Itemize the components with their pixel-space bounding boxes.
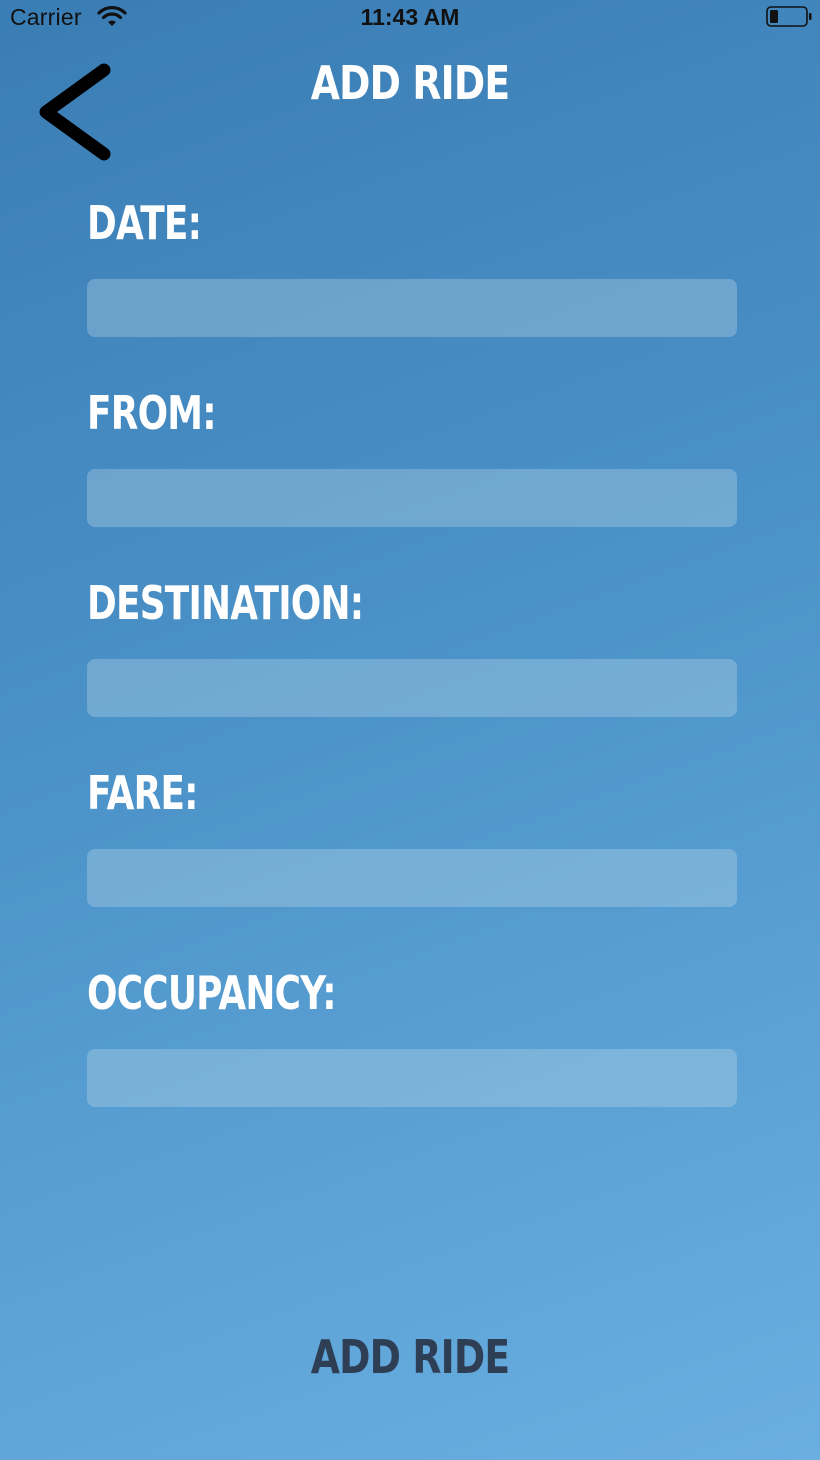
occupancy-input[interactable] bbox=[87, 1049, 737, 1107]
status-time: 11:43 AM bbox=[360, 4, 460, 30]
destination-input[interactable] bbox=[87, 659, 737, 717]
status-bar: Carrier 11:43 AM bbox=[0, 0, 820, 36]
date-input[interactable] bbox=[87, 279, 737, 337]
page-title: ADD RIDE bbox=[310, 56, 510, 110]
fare-input[interactable] bbox=[87, 849, 737, 907]
add-ride-button[interactable]: ADD RIDE bbox=[74, 1330, 746, 1384]
date-label: DATE: bbox=[87, 196, 202, 250]
battery-icon bbox=[766, 6, 812, 27]
occupancy-label: OCCUPANCY: bbox=[87, 966, 337, 1020]
from-input[interactable] bbox=[87, 469, 737, 527]
destination-label: DESTINATION: bbox=[87, 576, 364, 630]
from-label: FROM: bbox=[87, 386, 217, 440]
fare-label: FARE: bbox=[87, 766, 199, 820]
